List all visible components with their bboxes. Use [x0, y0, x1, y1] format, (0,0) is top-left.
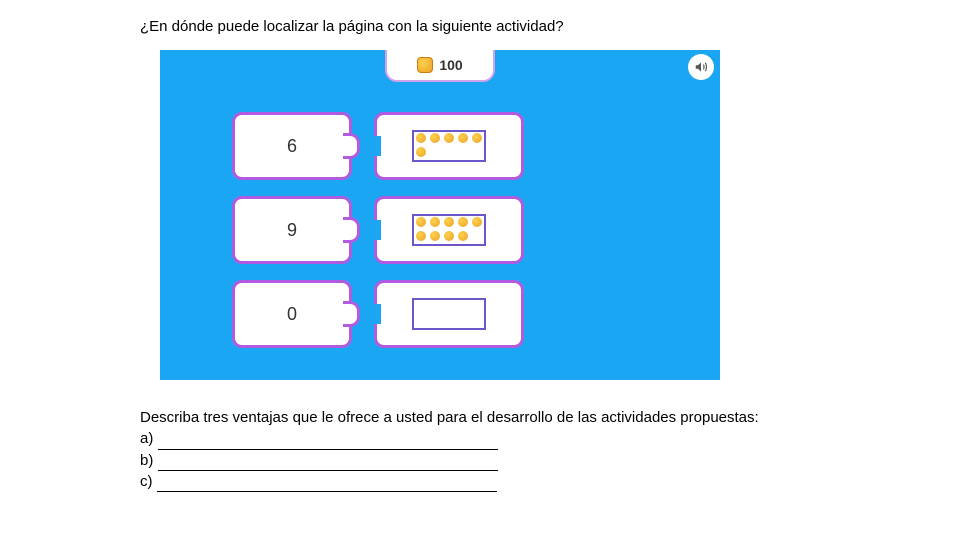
coin-icon: [417, 57, 433, 73]
number-card[interactable]: 9: [232, 196, 352, 264]
number-card[interactable]: 6: [232, 112, 352, 180]
ten-frame: [412, 130, 486, 162]
answer-line-b: b): [140, 451, 840, 471]
number-label: 6: [287, 136, 297, 157]
answer-line-a: a): [140, 429, 840, 449]
advantages-prompt-block: Describa tres ventajas que le ofrece a u…: [140, 408, 840, 492]
advantages-prompt: Describa tres ventajas que le ofrece a u…: [140, 408, 840, 428]
number-label: 9: [287, 220, 297, 241]
tenframe-card[interactable]: [374, 196, 524, 264]
tenframe-card[interactable]: [374, 112, 524, 180]
tenframe-card[interactable]: [374, 280, 524, 348]
number-label: 0: [287, 304, 297, 325]
blank-a[interactable]: [158, 435, 498, 450]
sound-icon[interactable]: [688, 54, 714, 80]
blank-b[interactable]: [158, 456, 498, 471]
activity-topbar: 100: [160, 50, 720, 82]
ten-frame: [412, 214, 486, 246]
match-row: 9: [232, 196, 524, 264]
answer-line-c: c): [140, 472, 840, 492]
blank-c[interactable]: [157, 477, 497, 492]
match-row: 0: [232, 280, 524, 348]
score-tab: 100: [385, 50, 495, 82]
match-row: 6: [232, 112, 524, 180]
number-card[interactable]: 0: [232, 280, 352, 348]
question-text: ¿En dónde puede localizar la página con …: [140, 18, 564, 35]
matching-rows: 6 9 0: [232, 112, 524, 364]
score-value: 100: [439, 57, 462, 73]
ten-frame: [412, 298, 486, 330]
activity-screenshot: 100 6 9 0: [160, 50, 720, 380]
